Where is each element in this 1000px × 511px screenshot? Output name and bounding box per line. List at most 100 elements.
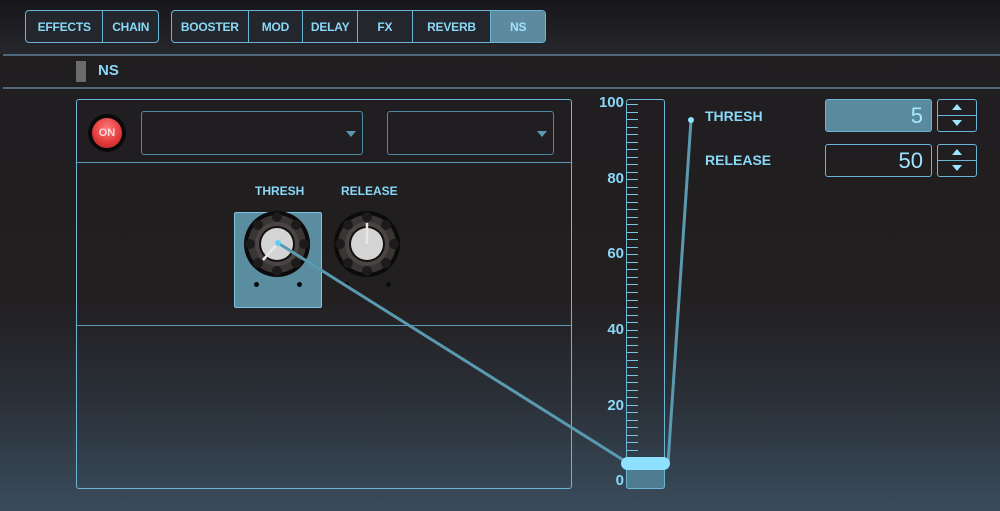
slider-tick xyxy=(627,156,638,158)
slider-tick xyxy=(627,404,638,406)
knob-indicator-dot xyxy=(344,282,349,287)
arrow-down-icon xyxy=(952,165,962,172)
thresh-stepper xyxy=(937,99,977,132)
thresh-value-input[interactable]: 5 xyxy=(825,99,932,132)
slider-tick xyxy=(627,434,638,436)
slider-tick xyxy=(627,194,638,196)
slider-tick xyxy=(627,299,638,301)
slider-tick xyxy=(627,134,638,136)
panel-divider xyxy=(77,325,571,326)
tab-ns[interactable]: NS xyxy=(491,11,545,42)
param-connector-line xyxy=(666,119,693,464)
slider-tick xyxy=(627,141,638,143)
slider-tick xyxy=(627,307,638,309)
knob-indicator-dot xyxy=(254,282,259,287)
slider-tick xyxy=(627,179,638,181)
scale-label-0: 0 xyxy=(615,472,624,489)
slider-tick xyxy=(627,329,638,331)
release-stepper xyxy=(937,144,977,177)
knob-indicator-dot xyxy=(297,282,302,287)
slider-handle[interactable] xyxy=(621,457,670,470)
slider-tick xyxy=(627,231,638,233)
slider-tick xyxy=(627,224,638,226)
on-label: ON xyxy=(92,118,122,148)
slider-tick xyxy=(627,216,638,218)
chevron-down-icon xyxy=(346,131,356,137)
tab-booster[interactable]: BOOSTER xyxy=(172,11,249,42)
release-decrement-button[interactable] xyxy=(938,161,976,177)
slider-tick xyxy=(627,119,638,121)
release-knob[interactable] xyxy=(333,210,401,278)
chevron-down-icon xyxy=(537,131,547,137)
section-title: NS xyxy=(98,62,119,79)
slider-tick xyxy=(627,442,638,444)
tab-reverb[interactable]: REVERB xyxy=(413,11,492,42)
scale-label-20: 20 xyxy=(607,397,624,414)
slider-tick xyxy=(627,186,638,188)
slider-tick xyxy=(627,201,638,203)
tab-delay[interactable]: DELAY xyxy=(303,11,358,42)
slider-tick xyxy=(627,164,638,166)
slider-tick xyxy=(627,246,638,248)
slider-tick xyxy=(627,344,638,346)
param-label-release: RELEASE xyxy=(705,152,772,168)
slider-tick xyxy=(627,104,638,105)
slider-tick xyxy=(627,337,638,339)
arrow-down-icon xyxy=(952,120,962,127)
scale-label-100: 100 xyxy=(598,94,624,111)
slider-tick xyxy=(627,389,638,391)
thresh-decrement-button[interactable] xyxy=(938,116,976,132)
tab-group-effects: BOOSTER MOD DELAY FX REVERB NS xyxy=(171,10,546,43)
slider-tick xyxy=(627,322,638,324)
scale-label-40: 40 xyxy=(607,321,624,338)
thresh-knob[interactable] xyxy=(243,210,311,278)
slider-tick xyxy=(627,239,638,241)
arrow-up-icon xyxy=(952,149,962,156)
knob-indicator-dot xyxy=(386,282,391,287)
divider-section xyxy=(3,87,1000,89)
connector-endpoint xyxy=(688,117,694,123)
slider-tick xyxy=(627,171,638,173)
slider-tick xyxy=(627,397,638,399)
mode-dropdown[interactable] xyxy=(387,111,554,155)
effect-panel: ON THRESH RELEASE xyxy=(76,99,572,489)
on-toggle-button[interactable]: ON xyxy=(88,114,126,152)
knob-label-release: RELEASE xyxy=(341,184,398,198)
slider-tick xyxy=(627,449,638,451)
thresh-increment-button[interactable] xyxy=(938,100,976,116)
panel-divider xyxy=(77,162,571,163)
scale-label-80: 80 xyxy=(607,170,624,187)
divider-top xyxy=(3,54,1000,56)
tab-chain[interactable]: CHAIN xyxy=(103,11,158,42)
slider-tick xyxy=(627,254,638,256)
release-value-input[interactable]: 50 xyxy=(825,144,932,177)
param-label-thresh: THRESH xyxy=(705,108,763,124)
tab-group-main: EFFECTS CHAIN xyxy=(25,10,159,43)
release-increment-button[interactable] xyxy=(938,145,976,161)
tab-effects[interactable]: EFFECTS xyxy=(26,11,104,42)
slider-tick xyxy=(627,374,638,376)
slider-tick xyxy=(627,427,638,429)
slider-tick xyxy=(627,269,638,271)
slider-tick xyxy=(627,276,638,278)
slider-tick xyxy=(627,284,638,286)
slider-tick xyxy=(627,314,638,316)
tab-fx[interactable]: FX xyxy=(358,11,413,42)
top-bar: EFFECTS CHAIN BOOSTER MOD DELAY FX REVER… xyxy=(0,0,1000,54)
scale-label-60: 60 xyxy=(607,245,624,262)
slider-tick xyxy=(627,367,638,369)
slider-tick xyxy=(627,126,638,128)
knob-label-thresh: THRESH xyxy=(255,184,305,198)
slider-tick xyxy=(627,261,638,263)
slider-tick xyxy=(627,359,638,361)
slider-tick xyxy=(627,209,638,211)
arrow-up-icon xyxy=(952,104,962,111)
slider-tick xyxy=(627,292,638,293)
slider-tick xyxy=(627,412,638,414)
slider-tick xyxy=(627,419,638,421)
slider-tick xyxy=(627,111,638,113)
section-marker xyxy=(76,61,86,82)
slider-tick xyxy=(627,352,638,354)
type-dropdown[interactable] xyxy=(141,111,363,155)
tab-mod[interactable]: MOD xyxy=(249,11,304,42)
